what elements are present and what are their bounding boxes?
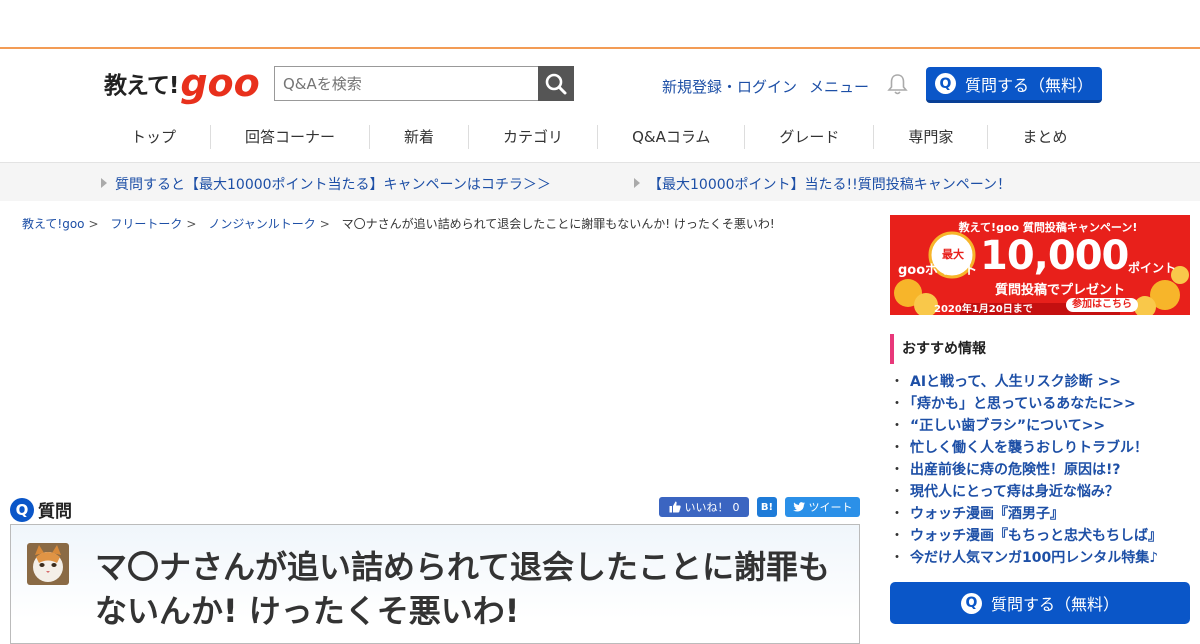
like-label: いいね！ (684, 501, 729, 514)
breadcrumb-free-talk[interactable]: フリートーク (110, 217, 182, 231)
recommend-link: 「痔かも」と思っているあなたに>> (910, 396, 1136, 412)
recommend-link: ウォッチ漫画『もちっと忠犬もちしば』 (910, 528, 1162, 544)
arrow-right-icon (634, 178, 640, 188)
recommend-link: 現代人にとって痔は身近な悩み？ (910, 484, 1119, 500)
banner-subtitle: 質問投稿でプレゼント (994, 283, 1125, 298)
breadcrumb-home[interactable]: 教えて!goo (22, 217, 85, 231)
ask-question-button[interactable]: Q 質問する（無料） (926, 67, 1102, 103)
list-item[interactable]: ・出産前後に痔の危険性！原因は!? (890, 459, 1162, 481)
bullet: ・ (890, 462, 904, 478)
breadcrumb-non-genre[interactable]: ノンジャンルトーク (208, 217, 315, 231)
recommend-link: “正しい歯ブラシ”について>> (910, 418, 1106, 434)
question-heading: Q 質問 (10, 497, 72, 522)
avatar[interactable] (27, 543, 69, 585)
nav-item-qa-column[interactable]: Q&Aコラム (598, 125, 746, 149)
breadcrumb-separator: > (319, 217, 330, 231)
hatena-bookmark-button[interactable]: B! (757, 497, 777, 517)
nav-item-top[interactable]: トップ (97, 125, 212, 149)
thumbs-up-icon (669, 501, 681, 513)
nav-item-category[interactable]: カテゴリ (469, 125, 599, 149)
recommend-link: 出産前後に痔の危険性！原因は!? (910, 462, 1121, 478)
logo-text: 教えて! (104, 73, 179, 99)
list-item[interactable]: ・今だけ人気マンガ100円レンタル特集♪ (890, 547, 1162, 569)
bullet: ・ (890, 550, 904, 566)
tweet-label: ツイート (808, 501, 853, 514)
top-ad-bar (0, 0, 1200, 49)
breadcrumb-separator: > (186, 217, 197, 231)
campaign-link-2-label: 【最大10000ポイント】当たる!!質問投稿キャンペーン！ (648, 177, 1012, 193)
bullet: ・ (890, 374, 904, 390)
question-badge-icon: Q (10, 497, 34, 522)
recommend-link: ウォッチ漫画『酒男子』 (910, 506, 1064, 522)
list-item[interactable]: ・ウォッチ漫画『酒男子』 (890, 503, 1162, 525)
banner-unit: ポイント (1128, 261, 1177, 275)
logo-brand: goo (180, 61, 260, 105)
recommend-link: 今だけ人気マンガ100円レンタル特集♪ (910, 550, 1159, 566)
banner-cta: 参加はこちら (1066, 298, 1138, 312)
search-icon (545, 73, 567, 95)
notification-bell-icon[interactable] (887, 73, 908, 99)
sidebar-ask-question-button[interactable]: Q 質問する（無料） (890, 582, 1190, 624)
search-box (274, 66, 574, 101)
nav-item-summary[interactable]: まとめ (988, 125, 1101, 149)
nav-item-answer-corner[interactable]: 回答コーナー (211, 125, 371, 149)
sidebar-ask-label: 質問する（無料） (990, 595, 1119, 614)
bullet: ・ (890, 440, 904, 456)
question-card: マ〇ナさんが追い詰められて退会したことに謝罪もないんか! けったくそ悪いわ! (10, 524, 860, 644)
tweet-button[interactable]: ツイート (785, 497, 860, 517)
campaign-link-1[interactable]: 質問すると【最大10000ポイント当たる】キャンペーンはコチラ＞＞ (101, 174, 551, 194)
question-q-icon: Q (960, 592, 982, 614)
nav-item-grade[interactable]: グレード (745, 125, 875, 149)
question-label: 質問 (38, 502, 72, 522)
recommend-link: AIと戦って、人生リスク診断 >> (910, 374, 1121, 390)
banner-amount: 10,000 (980, 233, 1129, 279)
bullet: ・ (890, 528, 904, 544)
nav-item-new[interactable]: 新着 (370, 125, 470, 149)
search-button[interactable] (538, 66, 574, 101)
list-item[interactable]: ・ “正しい歯ブラシ”について>> (890, 415, 1162, 437)
nav-item-expert[interactable]: 専門家 (874, 125, 989, 149)
twitter-bird-icon (792, 502, 805, 512)
recommend-heading: おすすめ情報 (890, 334, 986, 364)
question-title: マ〇ナさんが追い詰められて退会したことに謝罪もないんか! けったくそ悪いわ! (95, 548, 831, 630)
list-item[interactable]: ・ウォッチ漫画『もちっと忠犬もちしば』 (890, 525, 1162, 547)
site-header: 教えて! goo 新規登録・ログイン メニュー Q 質問する（無料） トップ 回… (0, 49, 1200, 163)
recommend-list: ・ AIと戦って、人生リスク診断 >> ・「痔かも」と思っているあなたに>> ・ “… (890, 371, 1162, 569)
facebook-like-button[interactable]: いいね！ 0 (659, 497, 749, 517)
list-item[interactable]: ・忙しく働く人を襲うおしりトラブル！ (890, 437, 1162, 459)
breadcrumb: 教えて!goo > フリートーク > ノンジャンルトーク > マ〇ナさんが追い詰められ… (22, 215, 775, 232)
ask-question-label: 質問する（無料） (964, 75, 1093, 95)
campaign-banner[interactable]: 教えて!goo 質問投稿キャンペーン! 最大 gooポイント 10,000 ポイ… (890, 215, 1190, 315)
campaign-bar: 質問すると【最大10000ポイント当たる】キャンペーンはコチラ＞＞ 【最大100… (0, 163, 1200, 201)
recommend-link: 忙しく働く人を襲うおしりトラブル！ (910, 440, 1148, 456)
menu-link[interactable]: メニュー (809, 76, 869, 97)
breadcrumb-separator: > (88, 217, 99, 231)
banner-deadline: 2020年1月20日まで (934, 304, 1033, 315)
campaign-link-1-label: 質問すると【最大10000ポイント当たる】キャンペーンはコチラ＞＞ (115, 177, 551, 193)
like-count: 0 (732, 500, 740, 514)
bullet: ・ (890, 484, 904, 500)
list-item[interactable]: ・ AIと戦って、人生リスク診断 >> (890, 371, 1162, 393)
search-input[interactable] (274, 66, 538, 101)
site-logo[interactable]: 教えて! goo (104, 63, 260, 103)
list-item[interactable]: ・「痔かも」と思っているあなたに>> (890, 393, 1162, 415)
bullet: ・ (890, 418, 904, 434)
question-q-icon: Q (934, 73, 956, 94)
signup-login-link[interactable]: 新規登録・ログイン (662, 76, 797, 97)
main-nav: トップ 回答コーナー 新着 カテゴリ Q&Aコラム グレード 専門家 まとめ (97, 125, 1101, 149)
banner-goo-point: gooポイント (898, 263, 978, 278)
bullet: ・ (890, 506, 904, 522)
breadcrumb-current: マ〇ナさんが追い詰められて退会したことに謝罪もないんか! けったくそ悪いわ! (341, 217, 775, 231)
list-item[interactable]: ・現代人にとって痔は身近な悩み？ (890, 481, 1162, 503)
arrow-right-icon (101, 178, 107, 188)
bullet: ・ (890, 396, 904, 412)
campaign-link-2[interactable]: 【最大10000ポイント】当たる!!質問投稿キャンペーン！ (634, 174, 1011, 194)
